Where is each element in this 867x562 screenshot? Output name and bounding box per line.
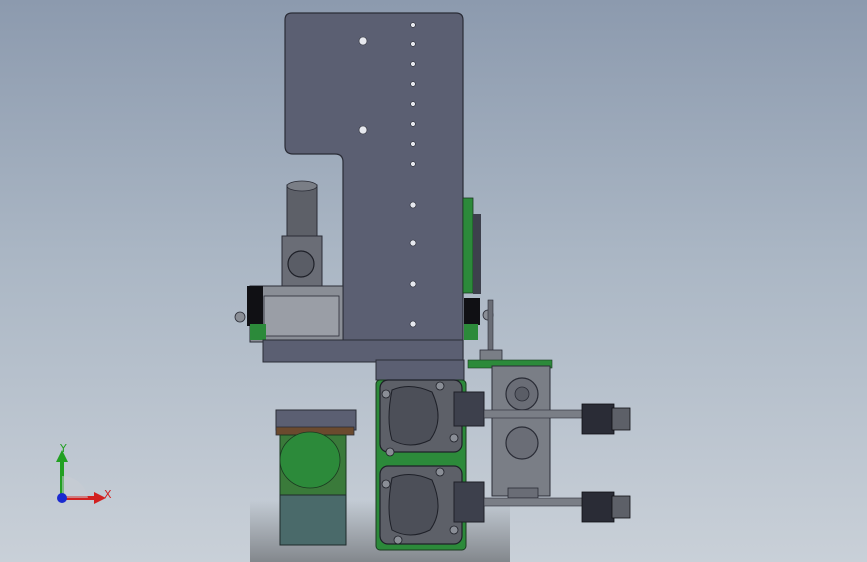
z-axis-dot: [57, 493, 67, 503]
side-dark-strip: [473, 214, 481, 294]
cad-viewport[interactable]: [0, 0, 867, 562]
pipe-upper: [483, 409, 585, 419]
base-bar: [262, 339, 464, 363]
bolt-left: [234, 311, 246, 323]
x-axis-label: X: [104, 488, 112, 501]
connector-upper[interactable]: [581, 403, 631, 435]
slide-green-left: [250, 324, 266, 340]
valve-upper[interactable]: [379, 379, 485, 457]
triad-plane: [62, 475, 88, 498]
side-green-strip: [462, 197, 474, 294]
lower-bracket: [375, 359, 465, 381]
side-motor-housing[interactable]: [491, 365, 551, 499]
slide-end-cap-left: [247, 286, 263, 326]
y-axis-label: Y: [59, 442, 67, 455]
motor-column[interactable]: [281, 180, 323, 289]
axis-triad: Y X: [40, 436, 120, 516]
slide-green-right: [464, 324, 478, 340]
assembly-model[interactable]: [234, 12, 631, 562]
connector-lower[interactable]: [581, 491, 631, 523]
slide-block-face: [263, 295, 340, 337]
slide-end-cap-right: [464, 298, 480, 325]
pipe-lower: [483, 497, 585, 507]
lower-left-housing[interactable]: [275, 409, 357, 546]
